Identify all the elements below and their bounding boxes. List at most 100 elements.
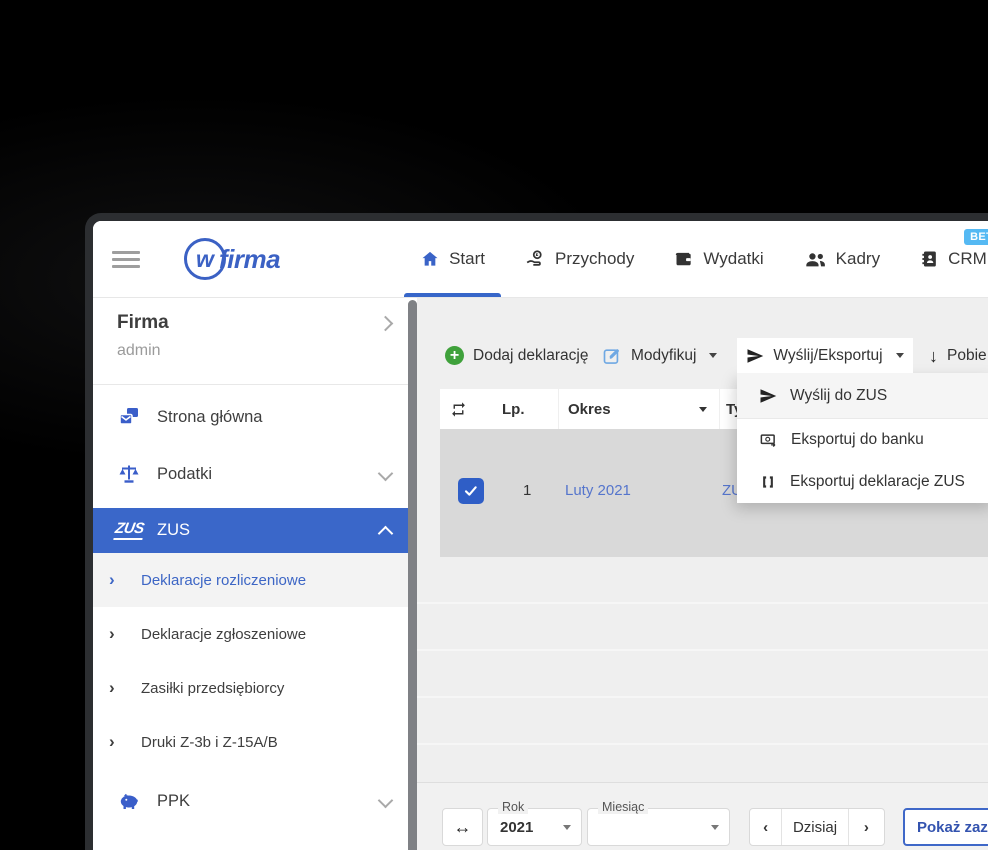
sidebar-item-zus[interactable]: ZUS ZUS (93, 508, 417, 553)
add-declaration-button[interactable]: + Dodaj deklarację (445, 338, 588, 373)
nav-tab-kadry[interactable]: Kadry (804, 221, 880, 297)
angle-right-icon: › (109, 624, 115, 643)
paper-plane-icon (760, 388, 777, 403)
row-checkbox-checked[interactable] (458, 478, 484, 504)
sidebar-subitem-zasilki-przedsiebiorcy[interactable]: › Zasiłki przedsiębiorcy (93, 661, 417, 715)
table-row-empty (417, 557, 988, 604)
sidebar-subitem-deklaracje-zgloszeniowe[interactable]: › Deklaracje zgłoszeniowe (93, 607, 417, 661)
nav-tab-start[interactable]: Start (404, 221, 501, 297)
range-toggle-button[interactable]: ↔ (442, 808, 483, 846)
sidebar-item-label: Podatki (157, 464, 213, 483)
caret-down-icon (711, 824, 719, 830)
hand-coin-icon (526, 249, 542, 266)
main-nav: Start Przychody Wydatki Kadry CRM BE (404, 221, 988, 297)
caret-down-icon (563, 824, 571, 830)
menu-item-eksportuj-deklaracje-zus[interactable]: Eksportuj deklaracje ZUS (737, 461, 988, 503)
beta-badge: BETA (964, 229, 988, 245)
caret-down-icon (699, 406, 707, 412)
sidebar-subitem-label: Druki Z-3b i Z-15A/B (141, 733, 278, 751)
nav-tab-crm[interactable]: CRM BETA (920, 221, 988, 297)
menu-item-label: Eksportuj do banku (791, 431, 924, 448)
table-header-select[interactable]: Lp. (440, 389, 558, 429)
previous-period-button[interactable]: ‹ (750, 809, 783, 845)
company-switcher[interactable]: Firma (117, 312, 394, 334)
nav-tab-label: Kadry (835, 249, 881, 268)
screen: w firma Start Przychody Wydatki Kadry CR… (0, 0, 988, 850)
row-link-okres[interactable]: Luty 2021 (565, 482, 631, 499)
sidebar-subitem-druki[interactable]: › Druki Z-3b i Z-15A/B (93, 715, 417, 769)
app-body: Firma admin Strona główna Podatki ZUS ZU… (93, 298, 988, 850)
empty-table-rows (417, 557, 988, 783)
angle-right-icon: › (109, 732, 115, 751)
menu-item-wyslij-do-zus[interactable]: Wyślij do ZUS (737, 373, 988, 419)
caret-down-icon (709, 353, 718, 358)
sidebar-subitem-label: Deklaracje rozliczeniowe (141, 571, 307, 589)
chevron-up-icon (377, 525, 394, 542)
main-content: + Dodaj deklarację Modyfikuj Wyślij/Eksp… (417, 298, 988, 850)
nav-tab-wydatki[interactable]: Wydatki (674, 221, 764, 297)
sidebar-scrollbar[interactable] (408, 300, 417, 850)
next-period-button[interactable]: › (849, 809, 884, 845)
menu-bar (112, 264, 140, 268)
scales-icon (115, 462, 143, 486)
nav-tab-label: Start (449, 249, 485, 268)
modify-label: Modyfikuj (631, 346, 697, 364)
wallet-icon (676, 252, 692, 266)
download-arrow-icon: ↓ (929, 345, 938, 366)
wfirma-app: w firma Start Przychody Wydatki Kadry CR… (93, 221, 988, 850)
check-icon (464, 486, 477, 496)
logo-text: firma (219, 243, 281, 274)
paper-plane-icon (747, 348, 764, 363)
contact-book-icon (922, 251, 936, 267)
menu-item-label: Eksportuj deklaracje ZUS (790, 473, 965, 490)
mail-cards-icon (115, 405, 143, 429)
download-button[interactable]: ↓ Pobie (929, 338, 987, 373)
table-header-okres[interactable]: Okres (559, 389, 719, 429)
row-cell-lp: 1 (523, 482, 532, 499)
table-row-empty (417, 745, 988, 783)
edit-icon (603, 348, 619, 364)
wfirma-logo[interactable]: w firma (184, 238, 281, 280)
sidebar-subitem-label: Zasiłki przedsiębiorcy (141, 679, 285, 697)
nav-tab-label: Przychody (554, 249, 635, 268)
menu-bar (112, 250, 140, 254)
sidebar-item-ppk[interactable]: PPK (93, 778, 417, 824)
nav-tab-label: CRM (948, 249, 987, 268)
show-selected-label: Pokaż zazn (917, 818, 988, 836)
download-label: Pobie (947, 346, 987, 364)
month-select-label: Miesiąc (598, 801, 649, 814)
sidebar-subitem-deklaracje-rozliczeniowe[interactable]: › Deklaracje rozliczeniowe (93, 553, 417, 607)
sidebar-item-podatki[interactable]: Podatki (93, 451, 417, 497)
sidebar-item-label: ZUS (157, 521, 190, 539)
swap-icon (452, 401, 465, 417)
zus-logo-icon: ZUS (113, 520, 145, 540)
table-row-empty (417, 698, 988, 745)
nav-tab-label: Wydatki (703, 249, 764, 268)
sidebar: Firma admin Strona główna Podatki ZUS ZU… (93, 298, 417, 850)
sidebar-subitem-label: Deklaracje zgłoszeniowe (141, 625, 307, 643)
send-export-dropdown-menu: Wyślij do ZUS Eksportuj do banku Eksport… (737, 373, 988, 503)
send-export-button[interactable]: Wyślij/Eksportuj (737, 338, 913, 373)
people-icon (805, 252, 825, 266)
sidebar-item-strona-glowna[interactable]: Strona główna (93, 394, 417, 440)
chevron-down-icon (377, 792, 394, 809)
nav-tab-przychody[interactable]: Przychody (525, 221, 634, 297)
period-nav-group: ‹ Dzisiaj › (749, 808, 885, 846)
company-user: admin (117, 342, 161, 359)
month-select[interactable]: Miesiąc (587, 801, 730, 846)
year-select[interactable]: Rok 2021 (487, 801, 582, 846)
show-selected-button[interactable]: Pokaż zazn (903, 808, 988, 846)
top-navbar: w firma Start Przychody Wydatki Kadry CR… (93, 221, 988, 298)
menu-button[interactable] (112, 250, 140, 268)
menu-item-eksportuj-do-banku[interactable]: Eksportuj do banku (737, 419, 988, 461)
modify-button[interactable]: Modyfikuj (602, 338, 718, 373)
today-button[interactable]: Dzisiaj (782, 809, 849, 845)
add-declaration-label: Dodaj deklarację (473, 346, 589, 364)
sidebar-item-label: PPK (157, 791, 191, 810)
angle-right-icon: › (109, 678, 115, 697)
plus-icon: + (445, 346, 464, 365)
column-label-okres: Okres (568, 400, 611, 418)
sidebar-item-label: Strona główna (157, 407, 263, 426)
brackets-icon (763, 476, 773, 488)
chevron-right-icon (377, 315, 394, 332)
